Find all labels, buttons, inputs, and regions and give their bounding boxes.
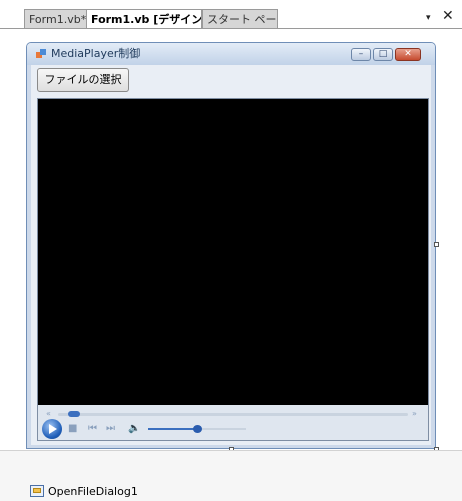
open-file-dialog-icon bbox=[30, 485, 44, 497]
volume-track-empty[interactable] bbox=[197, 428, 246, 430]
form-window[interactable]: MediaPlayer制御 – □ ✕ ファイルの選択 « » ■ ⏮ ⏭ 🔈 bbox=[26, 42, 436, 449]
minimize-button[interactable]: – bbox=[351, 48, 371, 61]
resize-handle-right[interactable] bbox=[434, 242, 439, 247]
volume-thumb[interactable] bbox=[193, 425, 202, 433]
tab-divider bbox=[0, 28, 462, 29]
tray-component-label: OpenFileDialog1 bbox=[48, 485, 138, 498]
seek-track[interactable] bbox=[58, 413, 408, 416]
previous-icon[interactable]: ⏮ bbox=[88, 422, 97, 436]
form-client-area: ファイルの選択 « » ■ ⏮ ⏭ 🔈 bbox=[31, 65, 431, 445]
close-button[interactable]: ✕ bbox=[395, 48, 421, 61]
seek-bar[interactable]: « » bbox=[42, 409, 424, 419]
seek-forward-icon[interactable]: » bbox=[412, 409, 417, 419]
play-icon bbox=[49, 424, 57, 434]
stop-icon[interactable]: ■ bbox=[68, 422, 77, 436]
video-display[interactable] bbox=[38, 99, 428, 405]
form-title: MediaPlayer制御 bbox=[51, 47, 141, 60]
next-icon[interactable]: ⏭ bbox=[106, 422, 115, 436]
document-tab-bar: Form1.vb* スタート ページ Form1.vb [デザイン]* ▾ ✕ bbox=[0, 0, 462, 30]
tab-dropdown-icon[interactable]: ▾ bbox=[426, 11, 431, 25]
tab-form1-code[interactable]: Form1.vb* bbox=[24, 9, 88, 28]
tab-form1-design[interactable]: Form1.vb [デザイン]* bbox=[86, 9, 202, 28]
seek-back-icon[interactable]: « bbox=[46, 409, 51, 419]
media-player-control[interactable]: « » ■ ⏮ ⏭ 🔈 bbox=[37, 98, 429, 441]
form-titlebar[interactable]: MediaPlayer制御 – □ ✕ bbox=[27, 43, 435, 65]
form-app-icon bbox=[36, 49, 46, 58]
mute-icon[interactable]: 🔈 bbox=[128, 422, 140, 436]
player-controls: ■ ⏮ ⏭ 🔈 bbox=[40, 419, 426, 439]
seek-thumb[interactable] bbox=[68, 411, 81, 417]
close-document-icon[interactable]: ✕ bbox=[442, 9, 454, 23]
maximize-button[interactable]: □ bbox=[373, 48, 393, 61]
select-file-button[interactable]: ファイルの選択 bbox=[37, 68, 129, 92]
play-button[interactable] bbox=[42, 419, 62, 439]
component-tray: OpenFileDialog1 bbox=[0, 451, 462, 501]
tab-start-page[interactable]: スタート ページ bbox=[202, 9, 278, 28]
volume-track-filled[interactable] bbox=[148, 428, 197, 430]
